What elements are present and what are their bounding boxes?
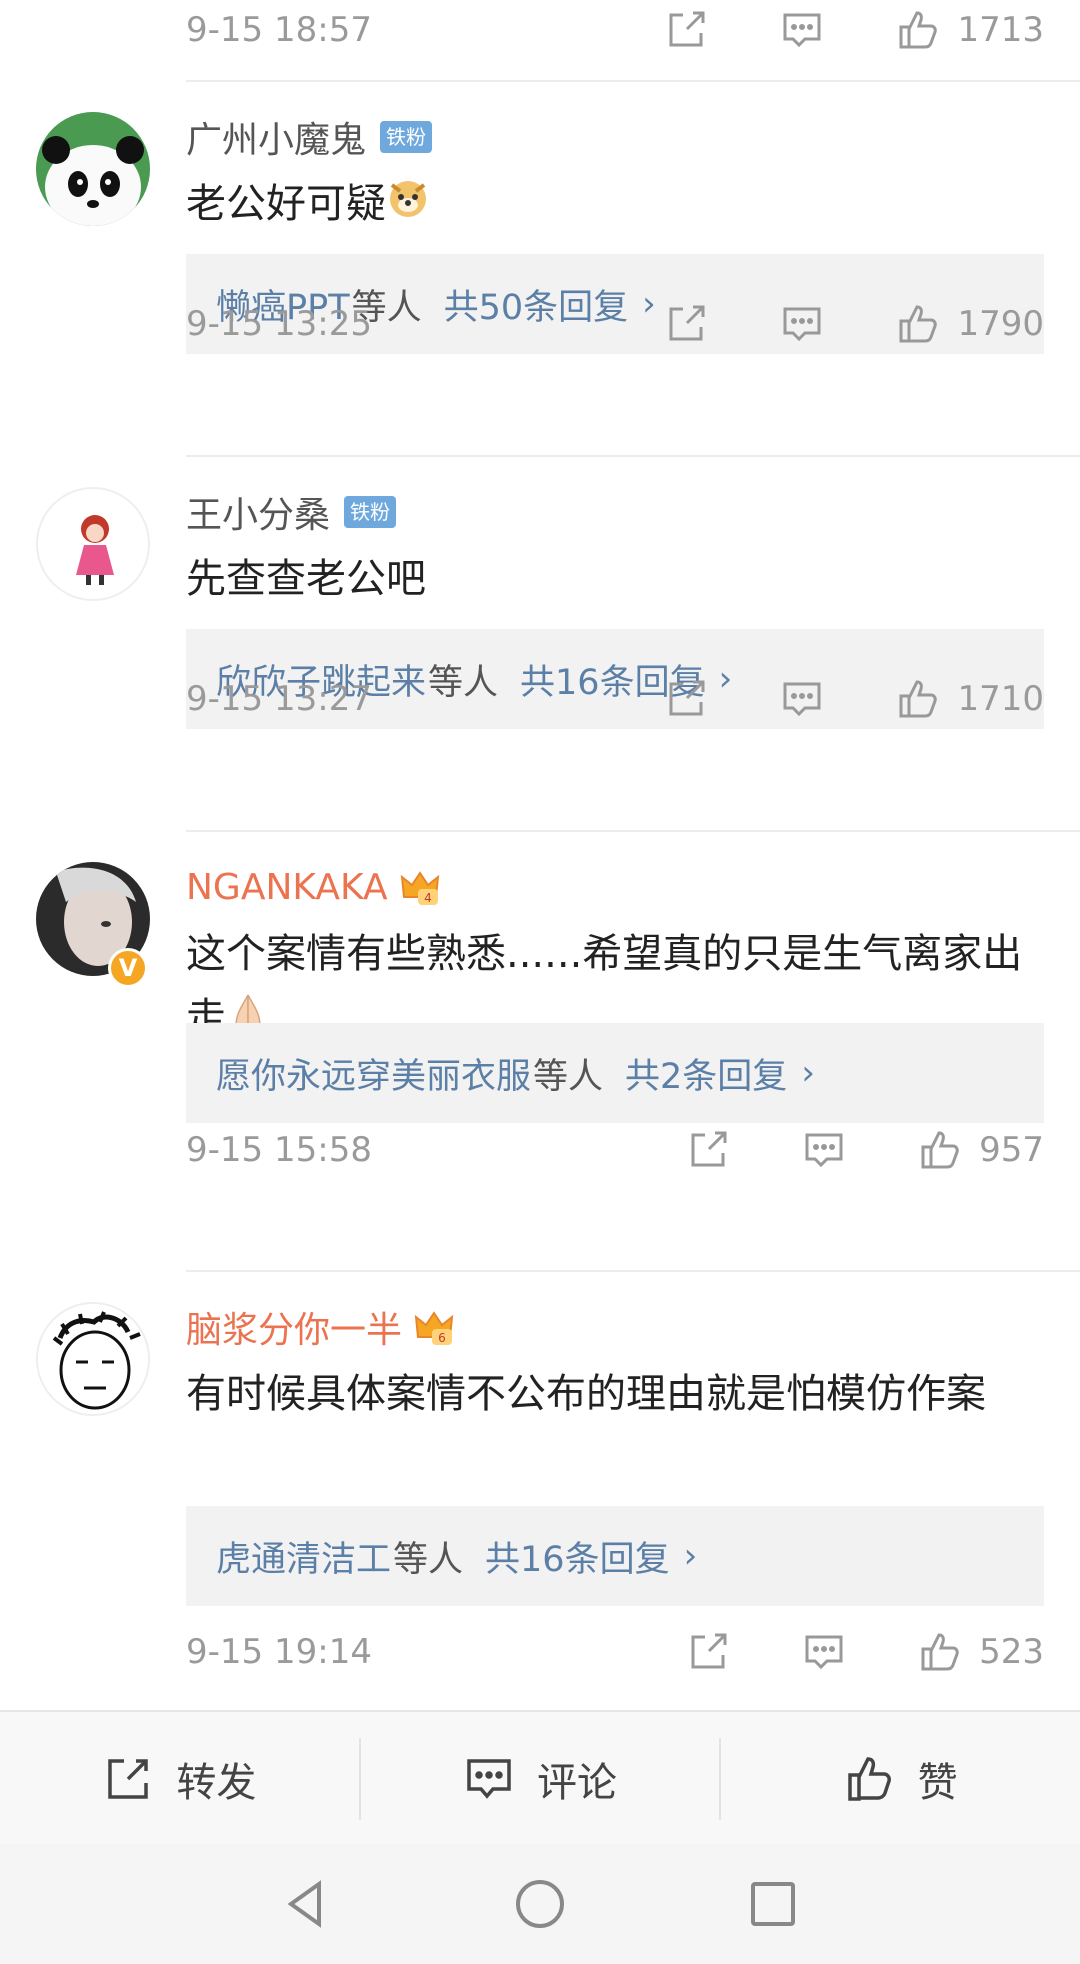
svg-text:4: 4 xyxy=(424,891,432,905)
reply-summary[interactable]: 虎通清洁工 等人 共16条回复 › xyxy=(186,1506,1044,1606)
reply-names[interactable]: 虎通清洁工 xyxy=(216,1531,391,1582)
comment-item: 王小分桑 铁粉 先查查老公吧 欣欣子跳起来 等人 共16条回复 › 9-15 1… xyxy=(0,455,1080,830)
reply-suffix: 等人 xyxy=(533,1056,604,1097)
verified-badge-icon: V xyxy=(108,948,148,988)
repost-button[interactable]: 转发 xyxy=(0,1712,359,1846)
reply-summary[interactable]: 愿你永远穿美丽衣服 等人 共2条回复 › xyxy=(186,1023,1044,1123)
comment-button[interactable]: 评论 xyxy=(361,1712,720,1846)
repost-icon xyxy=(108,1759,149,1799)
comment-meta-row: 9-15 13:27 1710 xyxy=(186,669,1044,729)
comment-meta-row: 9-15 18:57 1713 xyxy=(186,0,1044,60)
comment-icon[interactable] xyxy=(779,7,825,53)
like-button[interactable]: 523 xyxy=(917,1629,1044,1675)
like-button[interactable]: 赞 xyxy=(721,1712,1080,1846)
comment-item: 脑浆分你一半 6 有时候具体案情不公布的理由就是怕模仿作案 虎通清洁工 等人 共… xyxy=(0,1270,1080,1710)
reply-suffix: 等人 xyxy=(393,1539,464,1580)
reply-count[interactable]: 共2条回复 xyxy=(625,1048,787,1099)
comment-text: 先查查老公吧 xyxy=(186,556,426,602)
like-count: 1713 xyxy=(957,10,1044,50)
repost-label: 转发 xyxy=(176,1760,257,1806)
thumbs-up-icon xyxy=(899,305,938,343)
comment-meta-row: 9-15 19:14 523 xyxy=(186,1622,1044,1682)
like-button[interactable]: 1710 xyxy=(895,676,1044,722)
like-count: 523 xyxy=(979,1632,1044,1672)
user-name[interactable]: 广州小魔鬼 xyxy=(186,111,366,163)
vip-crown-icon: 4 xyxy=(400,871,439,905)
comment-item: V NGANKAKA 4 这个案情有些熟悉......希望真的只是生气离家出走 … xyxy=(0,830,1080,1270)
comment-meta-row: 9-15 15:58 957 xyxy=(186,1120,1044,1180)
comment-time: 9-15 15:58 xyxy=(186,1130,372,1170)
comment-time: 9-15 13:27 xyxy=(186,679,372,719)
comment-icon xyxy=(467,1759,511,1799)
like-button[interactable]: 957 xyxy=(917,1127,1044,1173)
user-name[interactable]: 王小分桑 xyxy=(186,486,330,538)
user-name[interactable]: 脑浆分你一半 xyxy=(186,1301,402,1353)
like-button[interactable]: 1790 xyxy=(895,301,1044,347)
comment-icon[interactable] xyxy=(779,676,825,722)
like-count: 957 xyxy=(979,1130,1044,1170)
thumbs-up-icon xyxy=(899,680,938,718)
share-icon[interactable] xyxy=(685,1629,731,1675)
back-icon[interactable] xyxy=(279,1876,335,1932)
home-icon[interactable] xyxy=(512,1876,568,1932)
chevron-right-icon: › xyxy=(801,1053,815,1093)
svg-text:6: 6 xyxy=(438,1331,446,1345)
avatar[interactable] xyxy=(36,112,150,226)
comment-time: 9-15 13:25 xyxy=(186,304,372,344)
doge-emoji-icon xyxy=(386,174,430,238)
share-icon[interactable] xyxy=(685,1127,731,1173)
comment-icon[interactable] xyxy=(801,1127,847,1173)
chevron-right-icon: › xyxy=(683,1536,698,1576)
comment-icon[interactable] xyxy=(779,301,825,347)
like-button[interactable]: 1713 xyxy=(895,7,1044,53)
comment-icon[interactable] xyxy=(801,1629,847,1675)
comment-time: 9-15 19:14 xyxy=(186,1632,372,1672)
user-name[interactable]: NGANKAKA xyxy=(186,867,388,908)
thumbs-up-icon xyxy=(899,11,938,49)
reply-names[interactable]: 愿你永远穿美丽衣服 xyxy=(216,1048,531,1099)
system-nav-bar xyxy=(0,1844,1080,1964)
recents-icon[interactable] xyxy=(745,1876,801,1932)
comment-item: 广州小魔鬼 铁粉 老公好可疑 懒癌PPT 等人 共50条回复 › 9-15 13… xyxy=(0,80,1080,455)
fan-badge: 铁粉 xyxy=(380,121,433,153)
like-count: 1790 xyxy=(957,304,1044,344)
share-icon[interactable] xyxy=(663,7,709,53)
share-icon[interactable] xyxy=(663,676,709,722)
thumbs-up-icon xyxy=(921,1131,959,1169)
comment-meta-row: 9-15 13:25 1790 xyxy=(186,294,1044,354)
reply-count[interactable]: 共16条回复 xyxy=(485,1531,670,1582)
comment-time: 9-15 18:57 xyxy=(186,10,372,50)
like-label: 赞 xyxy=(917,1760,958,1806)
vip-crown-icon: 6 xyxy=(414,1311,454,1345)
avatar[interactable] xyxy=(36,487,150,601)
comment-label: 评论 xyxy=(537,1760,617,1806)
comment-text: 有时候具体案情不公布的理由就是怕模仿作案 xyxy=(186,1371,986,1417)
like-count: 1710 xyxy=(957,679,1044,719)
thumbs-up-icon xyxy=(921,1633,959,1671)
bottom-action-bar: 转发 评论 赞 xyxy=(0,1710,1080,1846)
comment-text: 老公好可疑 xyxy=(186,172,1044,238)
fan-badge: 铁粉 xyxy=(344,496,397,528)
avatar[interactable] xyxy=(36,1302,150,1416)
comment-feed: 9-15 18:57 1713 广州小魔鬼 铁粉 老公好可疑 懒癌PPT 等人 … xyxy=(0,0,1080,1710)
thumbs-up-icon xyxy=(847,1757,891,1801)
share-icon[interactable] xyxy=(663,301,709,347)
